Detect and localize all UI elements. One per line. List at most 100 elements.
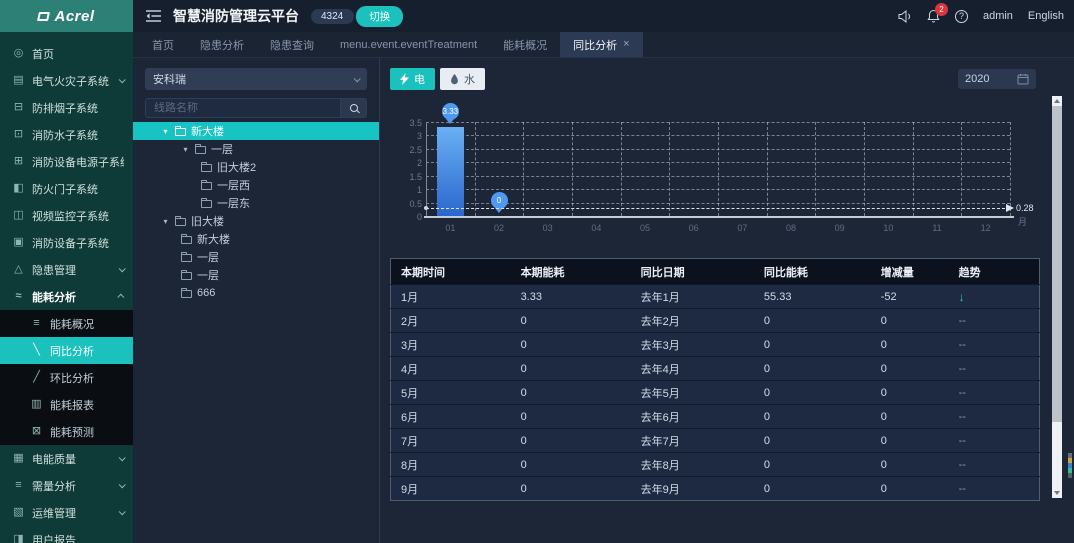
tree-node-旧大楼[interactable]: ▾ 旧大楼 <box>133 212 379 230</box>
folder-icon <box>201 180 212 190</box>
brand-logo[interactable]: Acrel <box>0 0 133 32</box>
tree-expander-icon[interactable]: ▾ <box>181 145 190 154</box>
table-row[interactable]: 7月 0 去年7月 0 0 -- <box>390 428 1040 453</box>
search-button[interactable] <box>340 99 366 117</box>
grid-line-v <box>523 122 525 216</box>
tab-menu.event.eventTreatment[interactable]: menu.event.eventTreatment <box>327 32 490 57</box>
tree-node-新大楼[interactable]: 新大楼 <box>133 230 379 248</box>
sidebar-item-4[interactable]: ⊞ 消防设备电源子系统 <box>0 148 133 175</box>
sidebar-item-11[interactable]: ≡ 需量分析 <box>0 472 133 499</box>
tree-node-新大楼[interactable]: ▾ 新大楼 <box>133 122 379 140</box>
table-cell: -- <box>948 308 1040 333</box>
notification-bell-icon[interactable]: 2 <box>927 3 948 23</box>
tree-node-一层[interactable]: 一层 <box>133 266 379 284</box>
switch-project-button[interactable]: 切换 <box>356 5 404 27</box>
sidebar-subitem-能耗预测[interactable]: ⊠ 能耗预测 <box>0 418 133 445</box>
tab-隐患查询[interactable]: 隐患查询 <box>257 32 327 57</box>
tree-expander-icon[interactable]: ▾ <box>161 217 170 226</box>
sidebar-item-1[interactable]: ▤ 电气火灾子系统 <box>0 67 133 94</box>
grid-line-v <box>864 122 865 216</box>
mom-analysis-icon: ╱ <box>33 371 40 383</box>
sidebar-item-label: 防排烟子系统 <box>32 102 98 115</box>
trend-none: -- <box>958 314 966 327</box>
markline-value-label: 0.28 <box>1016 203 1034 214</box>
tree-node-一层[interactable]: ▾ 一层 <box>133 140 379 158</box>
tree-node-666[interactable]: 666 <box>133 284 379 302</box>
language-switch[interactable]: English <box>1028 10 1064 22</box>
tree-node-一层东[interactable]: 一层东 <box>133 194 379 212</box>
sidebar-item-label: 消防水子系统 <box>32 129 98 142</box>
tree-expander-icon[interactable]: ▾ <box>161 127 170 136</box>
tree-node-一层[interactable]: 一层 <box>133 248 379 266</box>
table-row[interactable]: 1月 3.33 去年1月 55.33 -52 ↓ <box>390 284 1040 309</box>
table-cell: 0 <box>510 332 631 357</box>
sidebar-item-8[interactable]: △ 隐患管理 <box>0 256 133 283</box>
sidebar-item-2[interactable]: ⊟ 防排烟子系统 <box>0 94 133 121</box>
table-row[interactable]: 8月 0 去年8月 0 0 -- <box>390 452 1040 477</box>
tree-node-旧大楼2[interactable]: 旧大楼2 <box>133 158 379 176</box>
org-select[interactable]: 安科瑞 <box>145 68 367 90</box>
table-row[interactable]: 6月 0 去年6月 0 0 -- <box>390 404 1040 429</box>
water-toggle-label: 水 <box>464 74 475 86</box>
sidebar-subitem-能耗概况[interactable]: ≡ 能耗概况 <box>0 310 133 337</box>
tab-隐患分析[interactable]: 隐患分析 <box>187 32 257 57</box>
sidebar-item-13[interactable]: ◨ 用户报告 <box>0 526 133 543</box>
table-row[interactable]: 9月 0 去年9月 0 0 -- <box>390 476 1040 501</box>
sidebar-item-5[interactable]: ◧ 防火门子系统 <box>0 175 133 202</box>
folder-icon <box>201 162 212 172</box>
table-cell: ↓ <box>948 284 1040 309</box>
tab-同比分析[interactable]: 同比分析 × <box>560 32 643 57</box>
menu-fold-icon[interactable] <box>146 10 161 22</box>
app-root: Acrel ◎ 首页 ▤ 电气火灾子系统 ⊟ 防排烟子系统 ⊡ 消防水子系统 ⊞ 消防设备电源子系… <box>0 0 1074 543</box>
line-search-input[interactable] <box>146 102 340 114</box>
tab-label: 能耗概况 <box>503 39 548 52</box>
sidebar-item-6[interactable]: ◫ 视频监控子系统 <box>0 202 133 229</box>
chevron-down-icon <box>118 265 126 273</box>
sidebar-subitem-能耗报表[interactable]: ▥ 能耗报表 <box>0 391 133 418</box>
table-cell: 3月 <box>390 332 511 357</box>
year-picker[interactable]: 2020 <box>958 69 1036 89</box>
table-row[interactable]: 3月 0 去年3月 0 0 -- <box>390 332 1040 357</box>
grid-line-v <box>669 122 671 216</box>
table-row[interactable]: 4月 0 去年4月 0 0 -- <box>390 356 1040 381</box>
sidebar-item-10[interactable]: ▦ 电能质量 <box>0 445 133 472</box>
x-axis-tick-label: 04 <box>591 223 602 233</box>
sidebar-item-0[interactable]: ◎ 首页 <box>0 40 133 67</box>
table-cell: 0 <box>870 428 949 453</box>
tree-node-label: 666 <box>197 287 216 299</box>
electric-toggle-button[interactable]: 电 <box>390 68 435 90</box>
table-header-cell: 本期能耗 <box>510 258 631 285</box>
username-label[interactable]: admin <box>983 10 1013 22</box>
table-row[interactable]: 5月 0 去年5月 0 0 -- <box>390 380 1040 405</box>
sidebar-item-7[interactable]: ▣ 消防设备子系统 <box>0 229 133 256</box>
broadcast-icon[interactable] <box>898 9 912 23</box>
sidebar-item-label: 消防设备子系统 <box>32 237 109 250</box>
table-cell: 7月 <box>390 428 511 453</box>
notification-count-badge: 2 <box>934 3 948 16</box>
table-cell: 0 <box>870 404 949 429</box>
table-row[interactable]: 2月 0 去年2月 0 0 -- <box>390 308 1040 333</box>
sidebar-item-9[interactable]: ≈ 能耗分析 <box>0 283 133 310</box>
sidebar-item-label: 用户报告 <box>32 534 76 543</box>
sidebar-subitem-同比分析[interactable]: ╲ 同比分析 <box>0 337 133 364</box>
line-tree: ▾ 新大楼 ▾ 一层 旧大楼2 一层西 一层东 ▾ 旧大楼 新大楼 一层 一层 666 <box>133 122 379 302</box>
scrollbar-down-arrow[interactable] <box>1052 488 1062 498</box>
sidebar-subitem-label: 能耗报表 <box>50 399 94 412</box>
sidebar-item-label: 隐患管理 <box>32 264 76 277</box>
sidebar-item-3[interactable]: ⊡ 消防水子系统 <box>0 121 133 148</box>
tab-label: 隐患查询 <box>270 39 314 52</box>
tree-node-一层西[interactable]: 一层西 <box>133 176 379 194</box>
y-axis-tick-label: 1 <box>416 185 422 196</box>
water-toggle-button[interactable]: 水 <box>440 68 485 90</box>
tab-close-icon[interactable]: × <box>623 39 629 50</box>
scrollbar-thumb[interactable] <box>1052 106 1062 422</box>
sidebar-item-12[interactable]: ▧ 运维管理 <box>0 499 133 526</box>
tab-首页[interactable]: 首页 <box>139 32 187 57</box>
sidebar-subitem-环比分析[interactable]: ╱ 环比分析 <box>0 364 133 391</box>
help-icon[interactable]: ? <box>954 9 968 23</box>
y-axis-tick-label: 0.5 <box>409 198 422 209</box>
scrollbar-up-arrow[interactable] <box>1052 96 1062 106</box>
tab-能耗概况[interactable]: 能耗概况 <box>490 32 560 57</box>
vertical-scrollbar[interactable] <box>1052 96 1062 498</box>
tree-node-label: 新大楼 <box>191 126 224 138</box>
